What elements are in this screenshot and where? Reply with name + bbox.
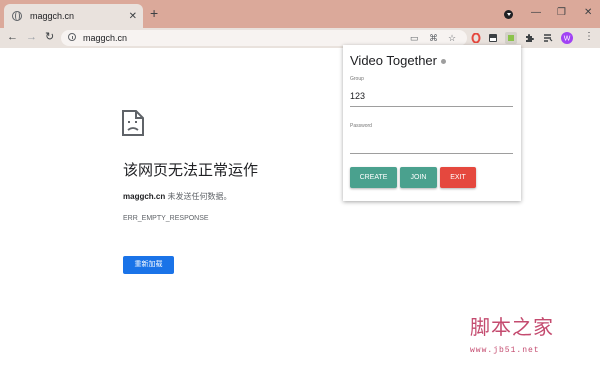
forward-arrow-icon[interactable]: → <box>26 30 37 44</box>
reload-icon[interactable]: ↻ <box>45 30 54 44</box>
tab-close-icon[interactable]: ✕ <box>129 11 137 22</box>
tab-strip: maggch.cn ✕ + — ❐ ✕ <box>0 0 600 28</box>
reading-list-icon[interactable] <box>543 33 553 43</box>
watermark-url: www.jb51.net <box>470 346 540 355</box>
back-arrow-icon[interactable]: ← <box>7 30 18 44</box>
video-together-popup: Video Together Group 123 Password CREATE… <box>343 45 521 201</box>
extensions-puzzle-icon[interactable] <box>524 33 534 43</box>
minimize-button[interactable]: — <box>531 7 541 19</box>
error-domain: maggch.cn <box>123 192 166 201</box>
tab-search-icon[interactable] <box>504 10 513 19</box>
create-button[interactable]: CREATE <box>350 167 397 188</box>
profile-avatar[interactable]: W <box>561 32 573 44</box>
group-input[interactable]: 123 <box>350 91 365 102</box>
globe-icon <box>12 11 22 21</box>
bookmark-star-icon[interactable]: ☆ <box>448 32 456 44</box>
video-together-extension-icon[interactable] <box>505 32 517 44</box>
close-window-button[interactable]: ✕ <box>584 7 592 19</box>
error-description: maggch.cn 未发送任何数据。 <box>123 191 231 203</box>
tab-maggch[interactable]: maggch.cn ✕ <box>4 4 143 28</box>
password-label: Password <box>350 123 372 129</box>
popup-title: Video Together <box>350 53 446 69</box>
site-info-icon[interactable] <box>68 33 76 41</box>
new-tab-button[interactable]: + <box>150 6 158 20</box>
profile-initial: W <box>564 36 571 43</box>
translate-icon[interactable]: ⌘ <box>429 32 438 44</box>
watermark-logo: 脚本之家 <box>470 315 554 339</box>
browser-window: maggch.cn ✕ + — ❐ ✕ ← → ↻ maggch.cn ▭ ⌘ … <box>0 0 600 381</box>
address-bar[interactable]: maggch.cn ▭ ⌘ ☆ <box>61 30 467 46</box>
status-dot-icon <box>440 59 446 65</box>
join-button[interactable]: JOIN <box>400 167 437 188</box>
group-label: Group <box>350 76 364 82</box>
cast-icon[interactable]: ▭ <box>410 32 419 44</box>
maximize-button[interactable]: ❐ <box>557 7 566 19</box>
opera-extension-icon[interactable] <box>471 33 481 43</box>
group-input-underline <box>350 106 513 107</box>
password-input-underline <box>350 153 513 154</box>
more-menu-icon[interactable]: ⋮ <box>584 30 594 44</box>
error-code: ERR_EMPTY_RESPONSE <box>123 215 209 222</box>
error-description-text: 未发送任何数据。 <box>165 192 232 201</box>
sad-page-icon <box>122 110 144 136</box>
address-text[interactable]: maggch.cn <box>83 32 127 44</box>
sidebar-extension-icon[interactable] <box>488 33 498 43</box>
popup-title-text: Video Together <box>350 53 437 68</box>
error-title: 该网页无法正常运作 <box>123 162 259 179</box>
exit-button[interactable]: EXIT <box>440 167 476 188</box>
tab-title: maggch.cn <box>30 11 75 21</box>
reload-button[interactable]: 重新加载 <box>123 256 174 274</box>
